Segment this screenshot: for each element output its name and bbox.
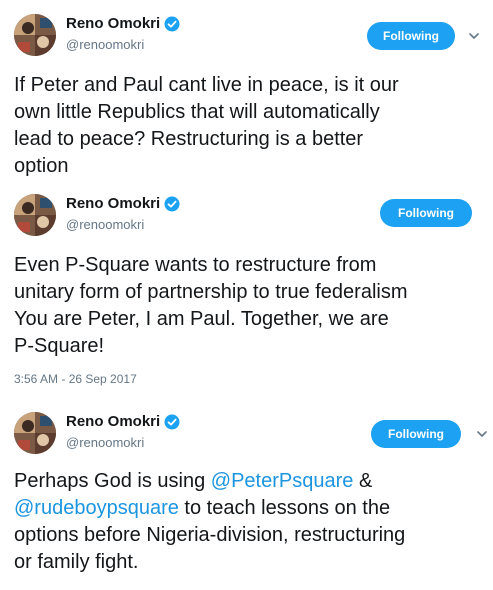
chevron-down-icon[interactable] [467,31,481,41]
tweet-text: If Peter and Paul cant live in peace, is… [14,74,399,177]
author-handle[interactable]: @renoomokri [66,435,144,450]
avatar[interactable] [14,194,56,236]
following-button[interactable]: Following [371,420,461,448]
author-name[interactable]: Reno Omokri [66,413,180,430]
author-name-text[interactable]: Reno Omokri [66,195,160,212]
tweet-text: Perhaps God is using @PeterPsquare & @ru… [14,468,405,576]
author-name[interactable]: Reno Omokri [66,15,180,32]
mention-link[interactable]: @rudeboypsquare [14,497,179,519]
avatar-image [14,194,56,236]
author-handle[interactable]: @renoomokri [66,37,144,52]
tweet-text: Even P-Square wants to restructure from … [14,254,408,357]
following-button[interactable]: Following [380,199,472,227]
avatar-image [14,14,56,56]
avatar[interactable] [14,412,56,454]
mention-link[interactable]: @PeterPsquare [211,470,354,492]
verified-badge-icon [164,16,180,31]
tweet-text-part: & [358,470,373,492]
author-name-text[interactable]: Reno Omokri [66,413,160,430]
verified-badge-icon [164,196,180,211]
author-handle[interactable]: @renoomokri [66,217,144,232]
chevron-down-icon[interactable] [475,429,489,439]
following-button[interactable]: Following [367,22,455,50]
tweet-timestamp[interactable]: 3:56 AM - 26 Sep 2017 [14,372,137,386]
author-name[interactable]: Reno Omokri [66,195,180,212]
verified-badge-icon [164,414,180,429]
author-name-text[interactable]: Reno Omokri [66,15,160,32]
avatar[interactable] [14,14,56,56]
tweet-text-part: Perhaps God is using [14,470,211,492]
avatar-image [14,412,56,454]
